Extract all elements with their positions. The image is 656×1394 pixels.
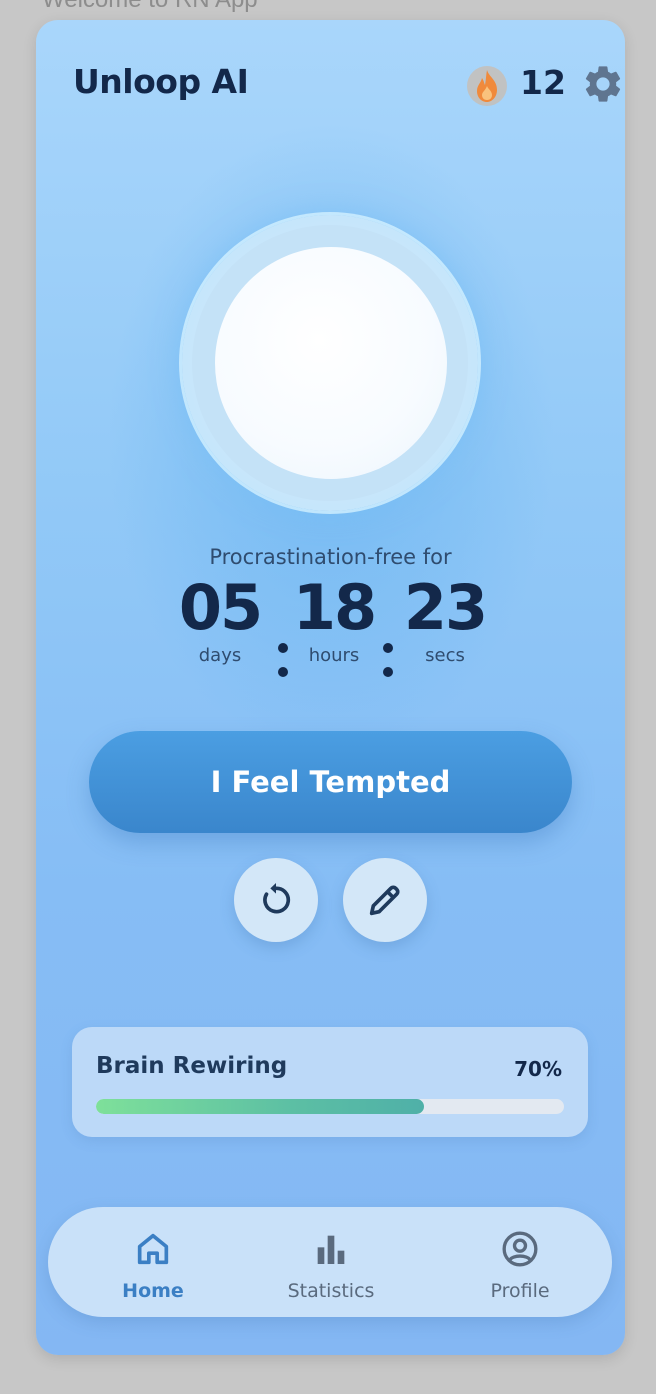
streak-timer: 05 days 18 hours 23 secs — [36, 573, 625, 683]
flame-icon — [467, 66, 507, 106]
edit-button[interactable] — [343, 858, 427, 942]
progress-fill — [96, 1099, 424, 1114]
nav-label-home: Home — [122, 1280, 184, 1302]
streak-count: 12 — [520, 63, 566, 102]
timer-secs: 23 secs — [385, 571, 505, 667]
timer-hours: 18 hours — [274, 571, 394, 667]
nav-label-statistics: Statistics — [287, 1280, 375, 1302]
profile-icon — [502, 1231, 538, 1267]
timer-label: Procrastination-free for — [209, 545, 452, 569]
timer-days-label: days — [198, 645, 242, 666]
nav-label-profile: Profile — [490, 1280, 550, 1302]
progress-percent: 70% — [514, 1057, 562, 1081]
bottom-nav: Home Statistics Profile — [48, 1207, 612, 1317]
gear-icon[interactable] — [581, 62, 625, 106]
reset-icon — [263, 883, 291, 914]
main-card: Unloop AI 12 Procrastination-free for 05… — [36, 20, 625, 1355]
orb-core — [215, 247, 447, 479]
header: Unloop AI 12 — [73, 60, 621, 110]
timer-secs-label: secs — [425, 645, 465, 666]
app-title: Unloop AI — [73, 62, 249, 101]
timer-days: 05 days — [160, 571, 280, 667]
progress-title: Brain Rewiring — [96, 1053, 288, 1079]
i-feel-tempted-button[interactable]: I Feel Tempted — [89, 731, 572, 833]
reset-button[interactable] — [234, 858, 318, 942]
pencil-icon — [369, 885, 400, 916]
progress-track — [96, 1099, 564, 1114]
nav-item-home[interactable]: Home — [73, 1207, 233, 1317]
timer-days-value: 05 — [178, 571, 263, 644]
timer-hours-label: hours — [308, 645, 360, 666]
outer-app-title: Welcome to RN App — [42, 0, 258, 14]
home-icon — [137, 1233, 169, 1265]
bar-chart-icon — [317, 1235, 345, 1264]
timer-secs-value: 23 — [403, 571, 488, 644]
progress-orb — [182, 215, 478, 511]
nav-item-profile[interactable]: Profile — [440, 1207, 600, 1317]
brain-rewiring-card: Brain Rewiring 70% — [72, 1027, 588, 1137]
timer-hours-value: 18 — [292, 571, 377, 644]
nav-item-statistics[interactable]: Statistics — [251, 1207, 411, 1317]
